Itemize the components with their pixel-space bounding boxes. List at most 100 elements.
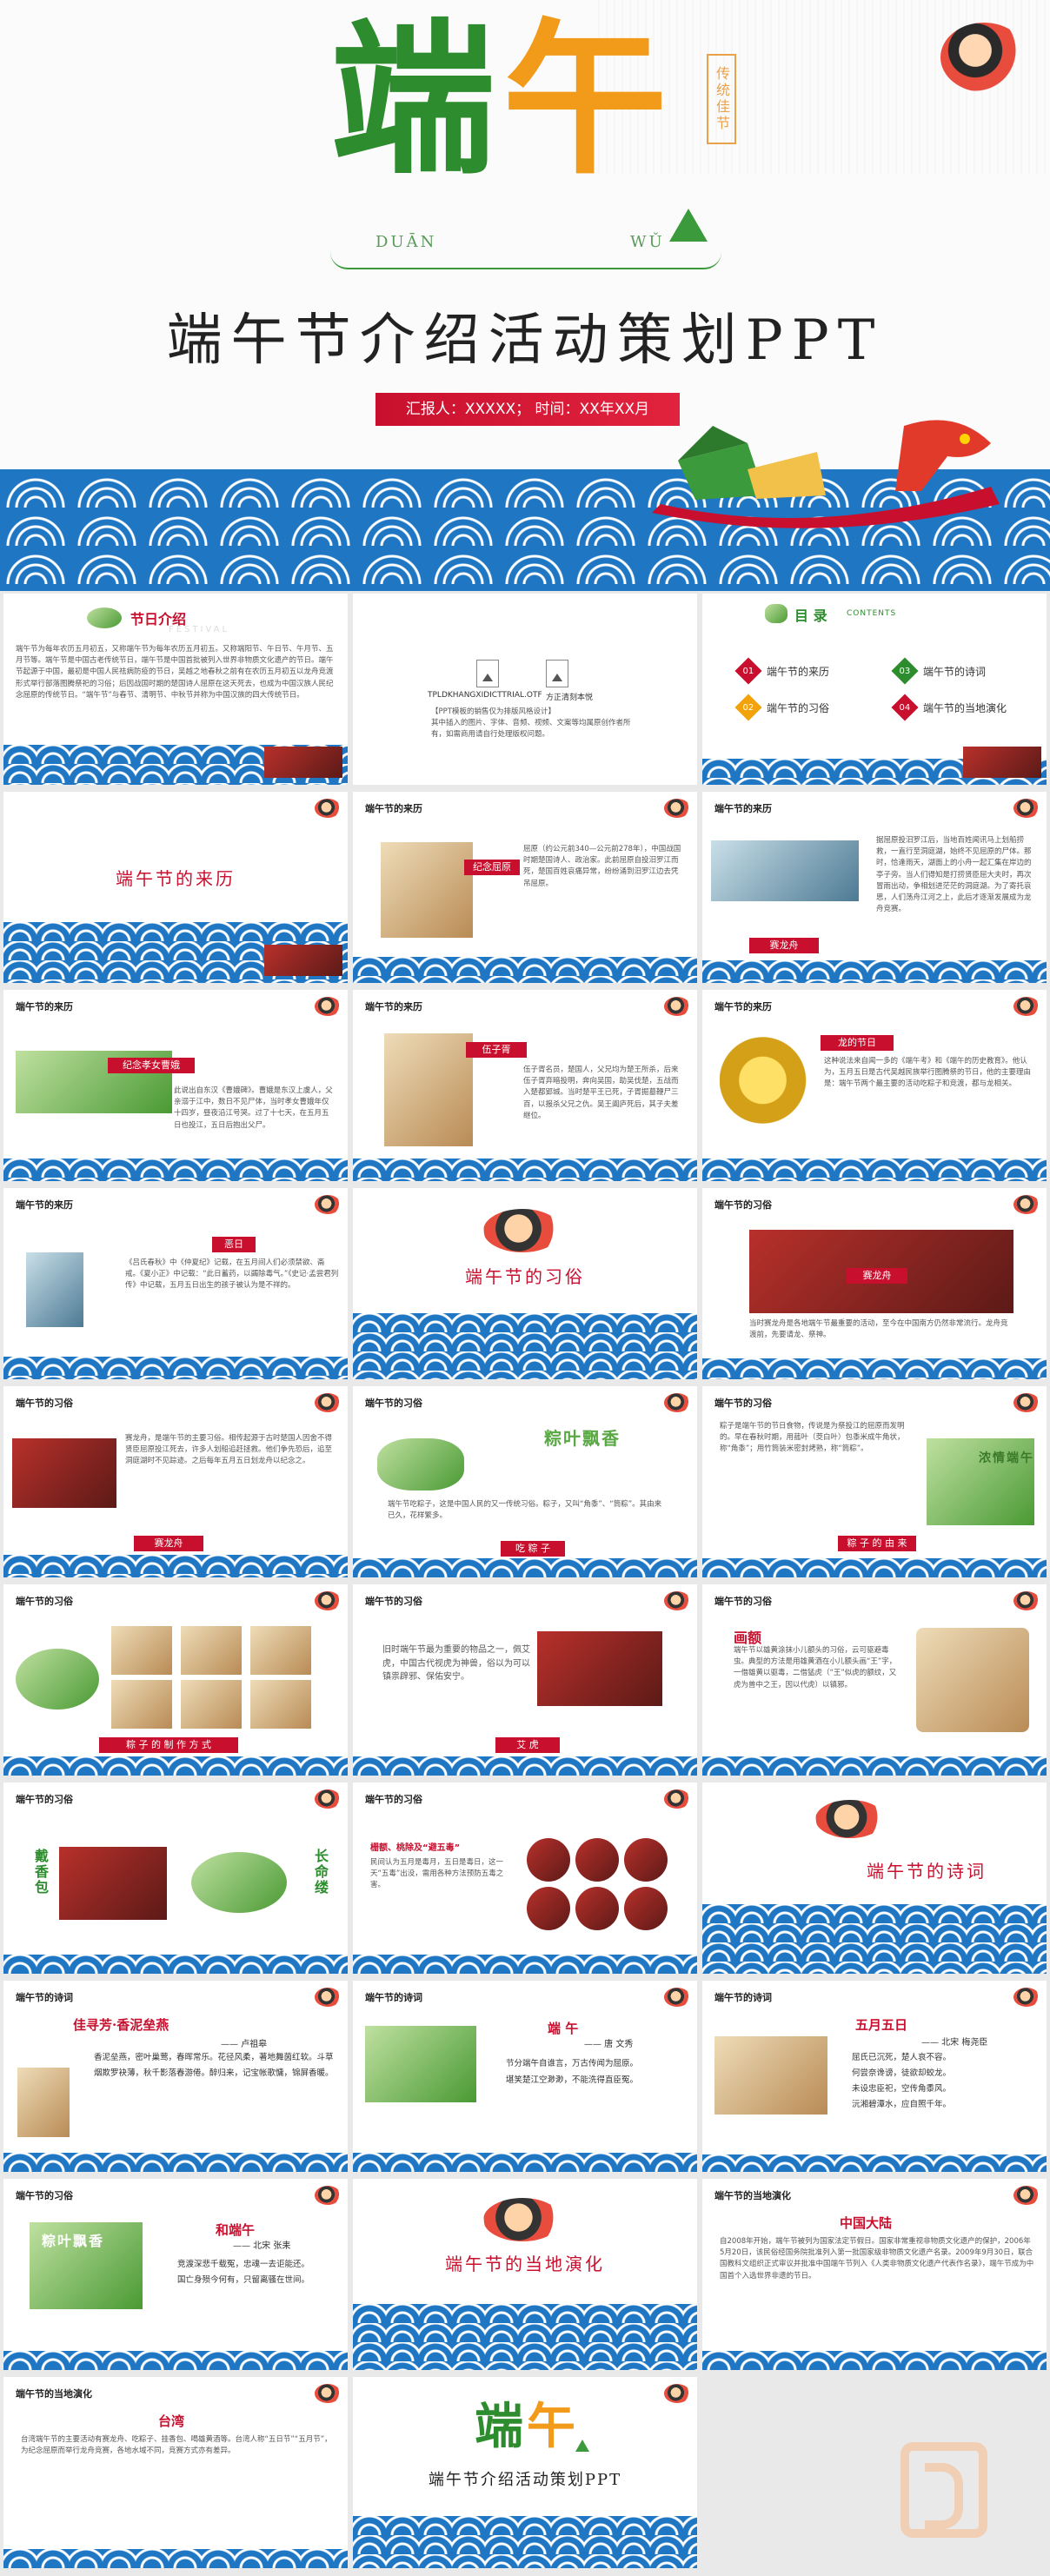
dragon-boat-illustration <box>652 420 1000 528</box>
wave-pattern <box>353 1756 697 1776</box>
wave-pattern <box>353 957 697 983</box>
wu-zixu-portrait <box>384 1033 473 1146</box>
closing-title: 端午 <box>475 2398 579 2455</box>
slide-header: 端午节的当地演化 <box>16 2388 92 2400</box>
poem-title: 佳寻芳·香泥垒燕 <box>73 2017 169 2033</box>
toc-item[interactable]: 01 端午节的来历 <box>734 657 829 685</box>
font-file-icon <box>476 660 499 687</box>
paper-cut-image <box>575 1838 619 1882</box>
step-photo <box>181 1626 242 1675</box>
wave-pattern <box>353 1955 697 1974</box>
topic-label: 纪念屈原 <box>464 860 520 875</box>
kids-illustration <box>483 2198 562 2241</box>
kids-icon <box>664 1591 690 1610</box>
rowing-photo <box>12 1438 116 1508</box>
zongzi-photo <box>377 1438 464 1490</box>
watermark-logo <box>900 2442 987 2538</box>
slide-contents: 目 录 CONTENTS 01 端午节的来历 02 端午节的习俗 03 端午节的诗词 … <box>702 594 1047 785</box>
toc-title: 目 录 <box>794 607 827 624</box>
topic-label: 龙的节日 <box>821 1035 894 1051</box>
kids-icon <box>315 997 341 1016</box>
toc-item[interactable]: 03 端午节的诗词 <box>891 657 986 685</box>
topic-label: 伍子胥 <box>466 1042 527 1058</box>
kids-icon <box>315 2384 341 2403</box>
slide-forehead-painting: 端午节的习俗 画额 端午节以雄黄涂抹小儿额头的习俗，云可驱避毒虫。典型的方法是用… <box>702 1584 1047 1776</box>
slide-body: 端午节吃粽子，这是中国人民的又一传统习俗。粽子，又叫“角黍”、“筒粽”。其由来已… <box>388 1500 662 1521</box>
slide-body: 旧时端午节最为重要的物品之一，佩艾虎，中国古代视虎为神兽，俗以为可以镇祟辟邪、保… <box>382 1645 530 1682</box>
kids-icon <box>664 799 690 818</box>
wave-pattern <box>3 1955 348 1974</box>
book-photo <box>714 2036 827 2115</box>
toc-item[interactable]: 02 端午节的习俗 <box>734 694 829 721</box>
zongzi-icon <box>87 607 122 628</box>
slide-eat-zongzi: 端午节的习俗 粽叶飘香 端午节吃粽子，这是中国人民的又一传统习俗。粽子，又叫“角… <box>353 1386 697 1577</box>
kids-icon <box>664 997 690 1016</box>
wave-pattern <box>702 1904 1047 1974</box>
kids-icon <box>1013 799 1040 818</box>
poem-title: 五月五日 <box>855 2017 908 2033</box>
bamboo-photo <box>365 2026 476 2102</box>
wave-pattern <box>3 2351 348 2370</box>
font-label: TPLDKHANGXIDICTTRIAL.OTF <box>428 691 542 700</box>
pinyin-wu: WǓ <box>630 233 665 251</box>
topic-title: 画额 <box>734 1630 762 1646</box>
slide-header: 端午节的习俗 <box>714 1596 772 1607</box>
slide-header: 端午节的来历 <box>16 1199 73 1211</box>
sachet-photo <box>59 1847 167 1920</box>
toc-number-badge: 02 <box>734 694 762 721</box>
topic-label: 赛龙舟 <box>134 1536 203 1551</box>
topic-label: 赛龙舟 <box>847 1268 907 1284</box>
closing-subtitle: 端午节介绍活动策划PPT <box>428 2471 622 2489</box>
topic-title: 中国大陆 <box>840 2215 893 2231</box>
wave-pattern <box>3 1555 348 1577</box>
topic-title: 台湾 <box>158 2413 185 2429</box>
slide-body: 台湾端午节的主要活动有赛龙舟、吃粽子、挂香包、喝雄黄酒等。台湾人称“五日节”“五… <box>21 2435 332 2456</box>
toc-number-badge: 04 <box>891 694 919 721</box>
slide-header: 端午节的当地演化 <box>714 2190 791 2201</box>
slide-taiwan: 端午节的当地演化 台湾 台湾端午节的主要活动有赛龙舟、吃粽子、挂香包、喝雄黄酒等… <box>3 2377 348 2568</box>
topic-title: 栅额、桃除及“避五毒” <box>370 1843 461 1853</box>
slide-closing: 端午 端午节介绍活动策划PPT <box>353 2377 697 2568</box>
cover-subtitle: 端午节介绍活动策划PPT <box>166 309 884 373</box>
topic-label: 艾 虎 <box>495 1737 560 1753</box>
font-label: 方正清刻本悦 <box>546 694 594 702</box>
slide-body: 伍子胥名员，楚国人，父兄均为楚王所杀，后来伍子胥弃暗投明，奔向吴国，助吴伐楚，五… <box>523 1066 679 1120</box>
poem-title: 端 午 <box>548 2021 579 2036</box>
slide-mainland: 端午节的当地演化 中国大陆 自2008年开始，端午节被列为国家法定节假日。国家非… <box>702 2179 1047 2370</box>
kids-illustration <box>483 1209 562 1252</box>
toc-item[interactable]: 04 端午节的当地演化 <box>891 694 1007 721</box>
slide-section-poetry: 端午节的诗词 <box>702 1783 1047 1974</box>
kids-icon <box>315 1393 341 1412</box>
topic-label: 粽 子 的 由 来 <box>838 1536 916 1551</box>
wave-pattern <box>353 2304 697 2370</box>
slide-body: 此说出自东汉《曹娥碑》。曹娥是东汉上虞人，父亲溺于江中，数日不见尸体，当时孝女曹… <box>174 1086 333 1130</box>
topic-label: 赛龙舟 <box>749 938 819 953</box>
seal-stamp: 传统佳节 <box>707 54 736 144</box>
kids-icon <box>315 2186 341 2205</box>
kids-illustration <box>815 1800 885 1838</box>
slide-festival-intro: 节日介绍 FESTIVAL 端午节为每年农历五月初五，又称端午节为每年农历五月初… <box>3 594 348 785</box>
slide-zongzi-making: 端午节的习俗 粽 子 的 制 作 方 式 <box>3 1584 348 1776</box>
kids-icon <box>664 1789 690 1809</box>
topic-label: 粽 子 的 制 作 方 式 <box>99 1737 238 1753</box>
slide-poem-1: 端午节的诗词 佳寻芳·香泥垒燕 —— 卢祖皋 香泥垒燕，密叶巢莺，春晖常乐。花径… <box>3 1981 348 2172</box>
topic-label: 恶日 <box>212 1237 256 1252</box>
golden-dragon-image <box>720 1033 815 1138</box>
poem-author: —— 北宋 梅尧臣 <box>921 2038 988 2048</box>
slide-evil-day: 端午节的来历 恶日 《吕氏春秋》中《仲夏纪》记载，在五月间人们必须禁欲、斋戒。《… <box>3 1188 348 1379</box>
slide-header: 端午节的习俗 <box>16 2190 73 2201</box>
paper-cut-image <box>624 1887 668 1930</box>
poem-author: —— 唐 文秀 <box>584 2040 634 2049</box>
slide-poem-2: 端午节的诗词 端 午 —— 唐 文秀 节分端午自谁言，万古传闻为屈原。 堪笑楚江… <box>353 1981 697 2172</box>
slide-dragon-race-2: 端午节的习俗 赛龙舟，是端午节的主要习俗。相传起源于古时楚国人因舍不得贤臣屈原投… <box>3 1386 348 1577</box>
wave-pattern <box>702 1159 1047 1181</box>
toc-subtitle: CONTENTS <box>847 609 897 618</box>
slide-dragon-festival: 端午节的来历 龙的节日 这种说法来自闻一多的《端午考》和《端午的历史教育》。他认… <box>702 990 1047 1181</box>
slide-qu-yuan: 端午节的来历 纪念屈原 屈原（约公元前340—公元前278年），中国战国时期楚国… <box>353 792 697 983</box>
sachet-label: 戴香包 <box>32 1849 49 1895</box>
wave-pattern <box>353 1313 697 1379</box>
decorative-curl <box>330 252 721 269</box>
slide-body: 端午节以雄黄涂抹小儿额头的习俗，云可驱避毒虫。典型的方法是用雄黄酒在小儿额头画“… <box>734 1646 897 1690</box>
cover-slide: 端午 传统佳节 DUĀN WǓ 端午节介绍活动策划PPT 汇报人：XXXXX； … <box>0 0 1050 591</box>
wave-pattern <box>3 2153 348 2172</box>
